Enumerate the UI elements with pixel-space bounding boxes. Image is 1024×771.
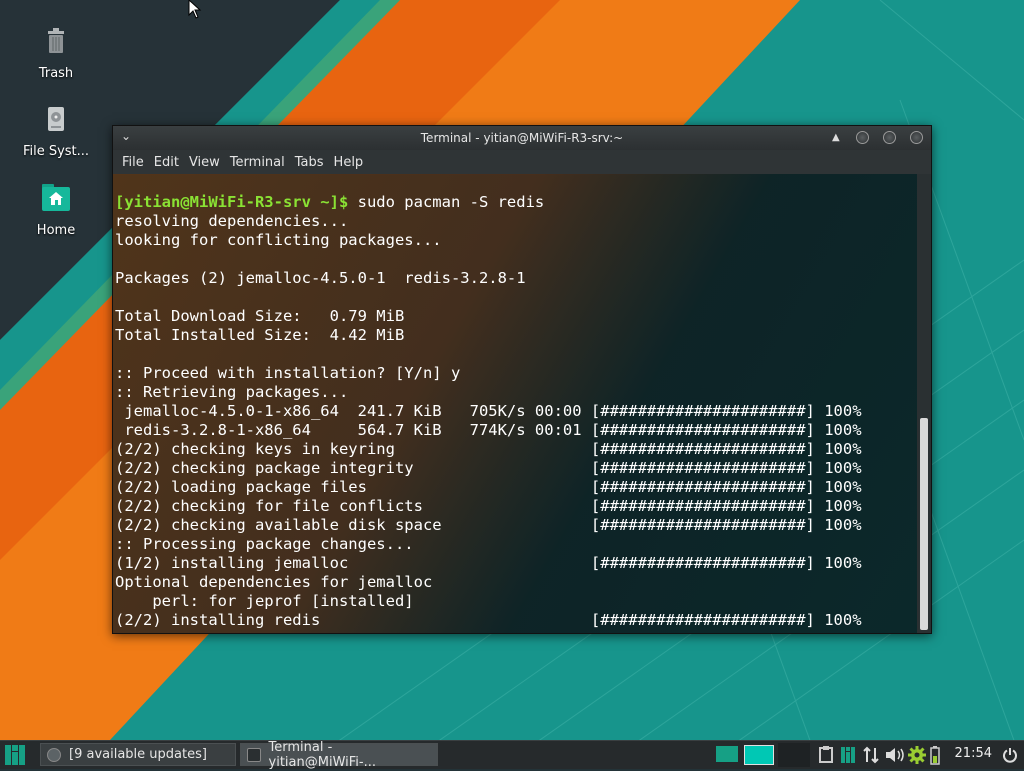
desktop-icon-home[interactable]: Home xyxy=(16,179,96,238)
output-line: (2/2) installing redis [################… xyxy=(115,611,862,629)
output-line: :: Proceed with installation? [Y/n] y xyxy=(115,364,461,382)
network-icon[interactable] xyxy=(862,746,880,764)
output-line: (2/2) checking keys in keyring [########… xyxy=(115,440,862,458)
window-titlebar[interactable]: ⌄ Terminal - yitian@MiWiFi-R3-srv:~ ▲ xyxy=(113,126,931,150)
power-icon[interactable] xyxy=(1002,747,1018,763)
workspace-3-icon[interactable] xyxy=(778,743,810,767)
output-line: :: Processing package changes... xyxy=(115,535,414,553)
manjaro-menu-button[interactable] xyxy=(2,743,28,767)
output-line xyxy=(113,288,917,307)
minimize-button[interactable] xyxy=(856,131,869,144)
command-line: [yitian@MiWiFi-R3-srv ~]$ sudo pacman -S… xyxy=(113,193,917,212)
output-line: Total Installed Size: 4.42 MiB xyxy=(115,326,405,344)
output-line: redis-3.2.8-1-x86_64 564.7 KiB 774K/s 00… xyxy=(115,421,862,439)
desktop-icon-filesystem[interactable]: File Syst... xyxy=(16,100,96,159)
battery-icon[interactable] xyxy=(930,746,944,766)
scrollbar-thumb[interactable] xyxy=(920,418,928,630)
terminal-scrollbar[interactable] xyxy=(917,174,931,633)
manjaro-logo-icon xyxy=(5,745,25,765)
output-line: perl: for jeprof [installed] xyxy=(115,592,414,610)
output-line: Total Download Size: 0.79 MiB xyxy=(115,307,405,325)
update-icon xyxy=(47,747,61,762)
desktop-icon-label: File Syst... xyxy=(22,144,90,159)
clipboard-icon[interactable] xyxy=(818,746,834,764)
menu-file[interactable]: File xyxy=(117,155,149,170)
menu-tabs[interactable]: Tabs xyxy=(290,155,329,170)
output-line: (2/2) checking package integrity [######… xyxy=(115,459,862,477)
menu-view[interactable]: View xyxy=(184,155,225,170)
output-line: :: Retrieving packages... xyxy=(115,383,349,401)
desktop-icon-label: Trash xyxy=(38,66,74,81)
output-line: jemalloc-4.5.0-1-x86_64 241.7 KiB 705K/s… xyxy=(115,402,862,420)
terminal-icon xyxy=(247,747,261,762)
typed-command: sudo pacman -S redis xyxy=(348,193,545,211)
shell-prompt: [yitian@MiWiFi-R3-srv ~]$ xyxy=(115,193,349,211)
taskbar: [9 available updates] Terminal - yitian@… xyxy=(0,740,1024,770)
terminal-menubar: File Edit View Terminal Tabs Help xyxy=(113,150,931,175)
clock[interactable]: 21:54 xyxy=(955,746,992,761)
output-line: resolving dependencies... xyxy=(115,212,349,230)
drive-icon xyxy=(36,100,76,140)
workspace-2-icon[interactable] xyxy=(744,745,774,765)
output-line: looking for conflicting packages... xyxy=(115,231,442,249)
volume-icon[interactable] xyxy=(884,746,906,764)
output-line xyxy=(113,345,917,364)
output-line: (2/2) checking available disk space [###… xyxy=(115,516,862,534)
output-line: (2/2) checking for file conflicts [#####… xyxy=(115,497,862,515)
desktop-icon-label: Home xyxy=(36,223,76,238)
manjaro-settings-icon[interactable] xyxy=(840,746,858,764)
desktop-icon-trash[interactable]: Trash xyxy=(16,22,96,81)
workspace-1-icon[interactable] xyxy=(716,746,738,762)
window-title: Terminal - yitian@MiWiFi-R3-srv:~ xyxy=(420,131,624,145)
output-line: (2/2) loading package files [###########… xyxy=(115,478,862,496)
close-button[interactable] xyxy=(910,131,923,144)
settings-gear-icon[interactable] xyxy=(908,746,926,764)
output-line: Optional dependencies for jemalloc xyxy=(115,573,433,591)
terminal-window[interactable]: ⌄ Terminal - yitian@MiWiFi-R3-srv:~ ▲ Fi… xyxy=(112,125,932,634)
task-terminal[interactable]: Terminal - yitian@MiWiFi-... xyxy=(240,740,438,770)
home-folder-icon xyxy=(36,179,76,219)
menu-edit[interactable]: Edit xyxy=(149,155,184,170)
shade-button[interactable]: ▲ xyxy=(832,132,842,143)
task-updates[interactable]: [9 available updates] xyxy=(40,743,236,766)
task-label: [9 available updates] xyxy=(69,747,207,762)
task-label: Terminal - yitian@MiWiFi-... xyxy=(268,739,376,770)
output-line: (1/2) installing jemalloc [#############… xyxy=(115,554,862,572)
output-line: Packages (2) jemalloc-4.5.0-1 redis-3.2.… xyxy=(115,269,526,287)
output-line xyxy=(113,250,917,269)
maximize-button[interactable] xyxy=(883,131,896,144)
menu-help[interactable]: Help xyxy=(329,155,369,170)
mouse-cursor-icon xyxy=(188,0,202,19)
trash-icon xyxy=(36,22,76,62)
menu-terminal[interactable]: Terminal xyxy=(225,155,290,170)
terminal-output[interactable]: [yitian@MiWiFi-R3-srv ~]$ sudo pacman -S… xyxy=(113,174,917,633)
